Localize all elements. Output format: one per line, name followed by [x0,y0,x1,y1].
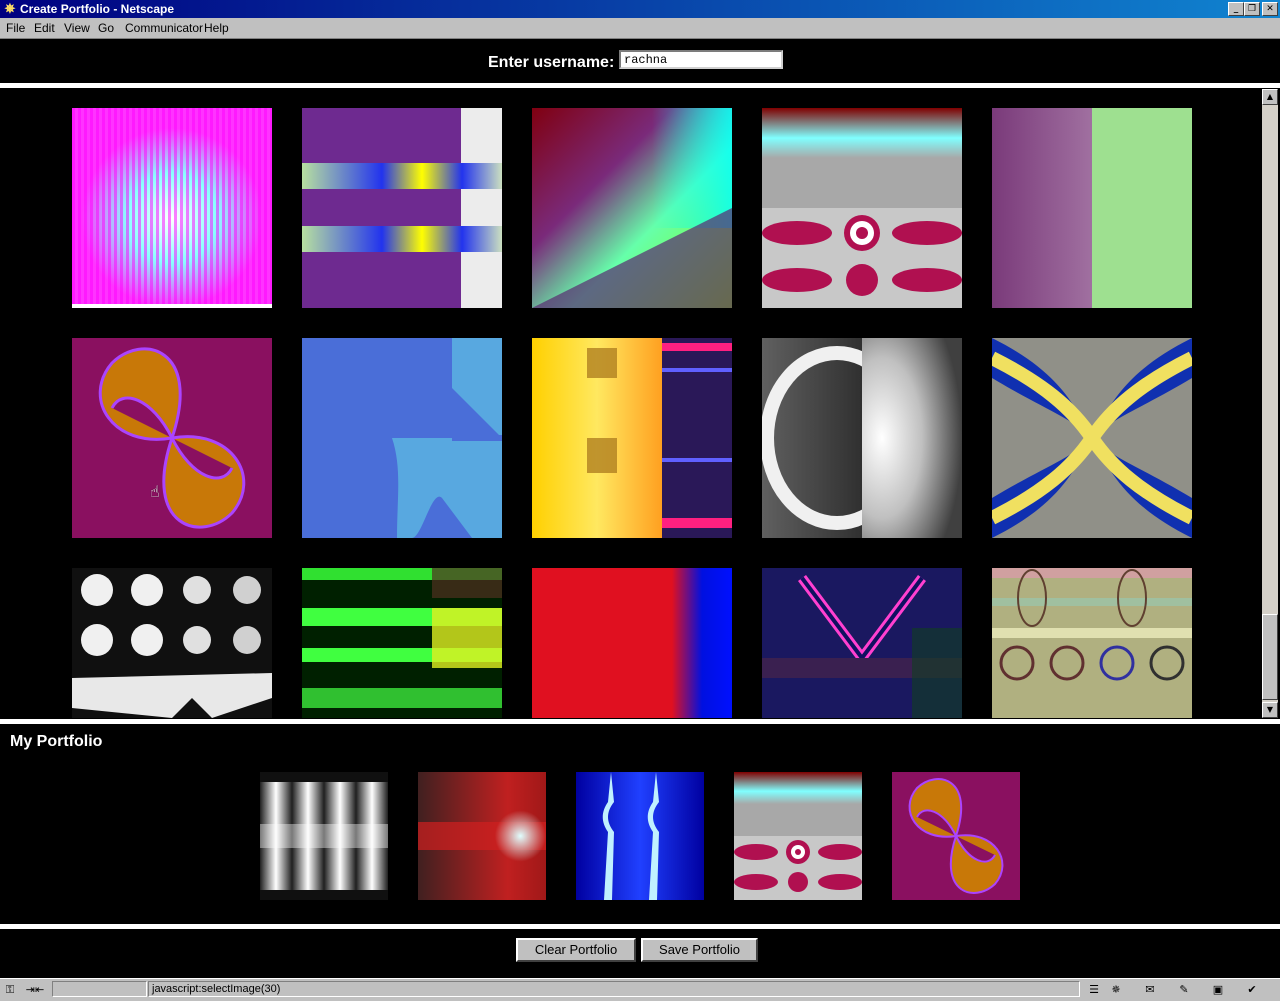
gallery-image-10[interactable] [992,338,1192,538]
scroll-up-button[interactable]: ▲ [1262,89,1278,105]
portfolio-image-4[interactable] [734,772,862,900]
status-text: javascript:selectImage(30) [148,981,1080,997]
navigator-icon[interactable]: ✵ [1108,983,1124,996]
username-label: Enter username: [488,54,615,71]
connection-status-icon: ⇥⇤ [25,983,45,996]
gallery-image-9[interactable] [762,338,962,538]
menu-help[interactable]: Help [204,21,229,35]
gallery-image-2[interactable] [302,108,502,308]
portfolio-image-3[interactable] [576,772,704,900]
portfolio-title: My Portfolio [10,733,103,750]
gallery-image-5[interactable] [992,108,1192,308]
security-lock-icon[interactable]: ⚿ [2,983,18,996]
gallery-image-1[interactable] [72,108,272,308]
title-bar: ✵ Create Portfolio - Netscape _ ❐ ✕ [0,0,1280,18]
menu-file[interactable]: File [6,21,25,35]
portfolio-image-2[interactable] [418,772,546,900]
component-bar-icon[interactable]: ☰ [1086,983,1102,996]
scroll-thumb[interactable] [1262,614,1278,700]
gallery-image-4[interactable] [762,108,962,308]
composer-icon[interactable]: ▣ [1210,983,1226,996]
progress-field [52,981,147,997]
divider [0,719,1280,724]
portfolio-image-5[interactable] [892,772,1020,900]
gallery-image-15[interactable] [992,568,1192,718]
divider [0,83,1280,88]
mail-icon[interactable]: ✉ [1142,983,1158,996]
divider [0,924,1280,929]
gallery-image-11[interactable] [72,568,272,718]
netscape-logo-icon: ✵ [4,1,16,16]
menu-bar: File Edit View Go Communicator Help [0,18,1280,39]
status-bar: ⚿ ⇥⇤ javascript:selectImage(30) ☰ ✵ ✉ ✎ … [0,978,1280,1001]
scroll-down-button[interactable]: ▼ [1262,702,1278,718]
minimize-button[interactable]: _ [1228,2,1244,16]
menu-go[interactable]: Go [98,21,114,35]
gallery-image-3[interactable] [532,108,732,308]
save-portfolio-button[interactable]: Save Portfolio [641,938,758,962]
gallery-image-8[interactable] [532,338,732,538]
restore-button[interactable]: ❐ [1244,2,1260,16]
discussion-icon[interactable]: ✎ [1176,983,1192,996]
gallery-image-6[interactable] [72,338,272,538]
menu-edit[interactable]: Edit [34,21,55,35]
menu-communicator[interactable]: Communicator [125,21,203,35]
checkmark-icon: ✔ [1247,983,1257,996]
username-input[interactable] [619,50,783,69]
portfolio-image-1[interactable] [260,772,388,900]
gallery-image-14[interactable] [762,568,962,718]
window-title: Create Portfolio - Netscape [20,2,175,16]
menu-view[interactable]: View [64,21,90,35]
gallery-image-7[interactable] [302,338,502,538]
gallery-image-12[interactable] [302,568,502,718]
gallery-image-13[interactable] [532,568,732,718]
vertical-scrollbar[interactable]: ▲ ▼ [1262,89,1278,718]
hand-cursor-icon: ☝ [150,482,160,501]
clear-portfolio-button[interactable]: Clear Portfolio [516,938,636,962]
image-gallery [0,89,1262,718]
close-button[interactable]: ✕ [1262,2,1278,16]
